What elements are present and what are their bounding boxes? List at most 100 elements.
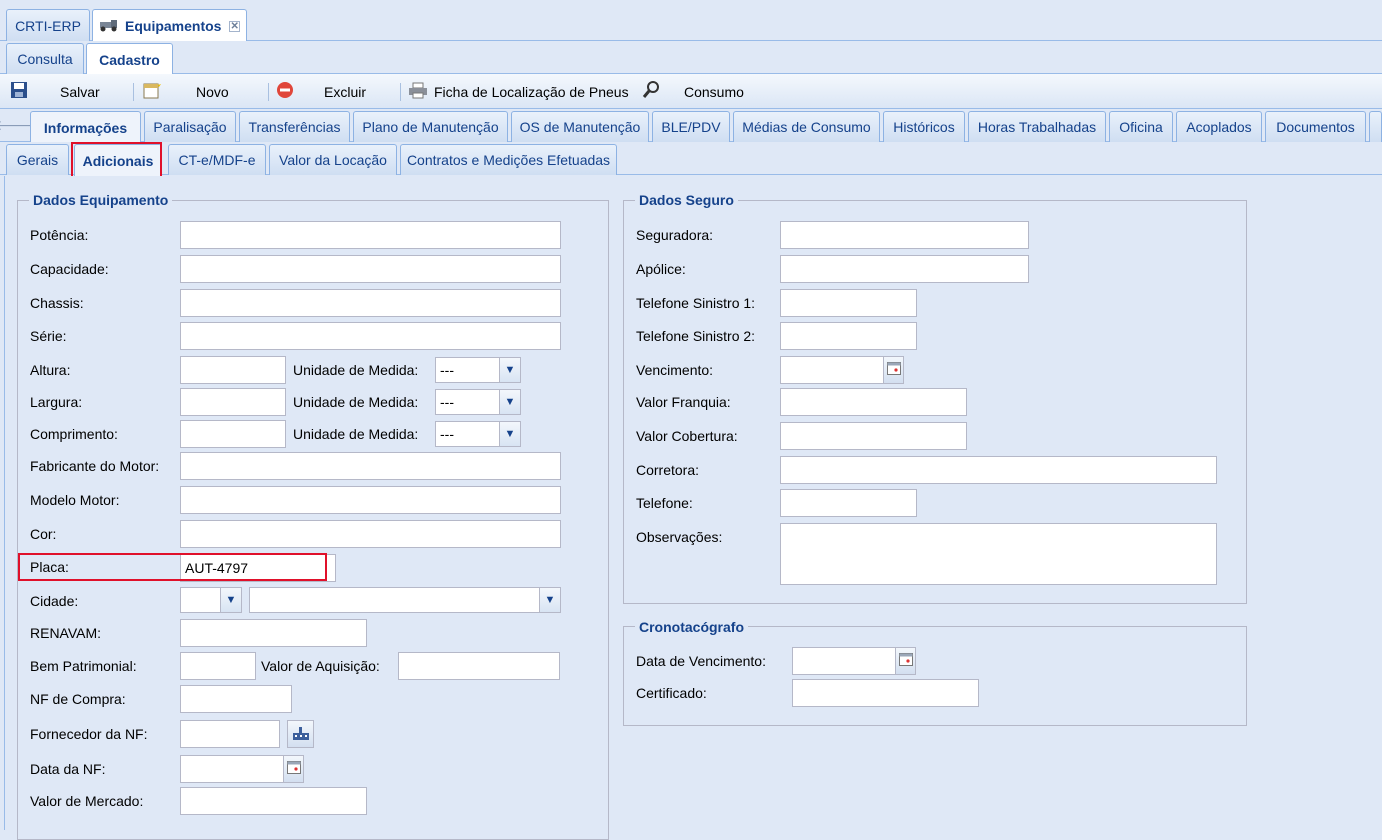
label-observacoes: Observações: (636, 529, 723, 545)
label-bem-patrimonial: Bem Patrimonial: (30, 658, 137, 674)
vencimento-date-picker[interactable] (883, 356, 904, 384)
comprimento-input[interactable] (180, 420, 286, 448)
label-valor-franquia: Valor Franquia: (636, 394, 731, 410)
chassis-input[interactable] (180, 289, 561, 317)
tab-os-manutencao[interactable]: OS de Manutenção (511, 111, 649, 142)
chevron-down-icon[interactable]: ▼ (499, 390, 520, 414)
fabricante-input[interactable] (180, 452, 561, 480)
label-comprimento: Comprimento: (30, 426, 118, 442)
tab-transferencias[interactable]: Transferências (239, 111, 350, 142)
telefone-input[interactable] (780, 489, 917, 517)
delete-button[interactable]: Excluir (276, 74, 366, 109)
fornecedor-input[interactable] (180, 720, 280, 748)
modelo-input[interactable] (180, 486, 561, 514)
tab-equipamentos[interactable]: Equipamentos ✕ (92, 9, 247, 42)
new-button[interactable]: Novo (142, 74, 229, 109)
delete-icon (276, 81, 294, 102)
largura-input[interactable] (180, 388, 286, 416)
altura-input[interactable] (180, 356, 286, 384)
vencimento-input[interactable] (780, 356, 884, 384)
seguradora-input[interactable] (780, 221, 1029, 249)
scroll-left-icon[interactable]: 🡐 (0, 109, 32, 142)
telefone-sinistro-2-input[interactable] (780, 322, 917, 350)
observacoes-textarea[interactable] (780, 523, 1217, 585)
tab-cte-mdfe[interactable]: CT-e/MDF-e (168, 144, 266, 175)
legend-cronotacografo: Cronotacógrafo (635, 619, 748, 635)
tab-paralisacao[interactable]: Paralisação (144, 111, 236, 142)
nf-compra-input[interactable] (180, 685, 292, 713)
valor-aquisicao-input[interactable] (398, 652, 560, 680)
tab-consulta[interactable]: Consulta (6, 43, 84, 74)
unidade-comprimento-select[interactable]: --- ▼ (435, 421, 521, 447)
valor-mercado-input[interactable] (180, 787, 367, 815)
fornecedor-lookup-button[interactable] (287, 720, 314, 748)
unidade-altura-select[interactable]: --- ▼ (435, 357, 521, 383)
label-renavam: RENAVAM: (30, 625, 102, 641)
tab-crti-erp[interactable]: CRTI-ERP (6, 9, 90, 41)
toolbar: Salvar Novo Excluir Ficha de Localização… (0, 74, 1382, 109)
label-unidade-largura: Unidade de Medida: (293, 394, 419, 410)
label-unidade-comprimento: Unidade de Medida: (293, 426, 419, 442)
tab-oficina[interactable]: Oficina (1109, 111, 1173, 142)
label-valor-cobertura: Valor Cobertura: (636, 428, 738, 444)
unidade-largura-select[interactable]: --- ▼ (435, 389, 521, 415)
sub-tab-bar: Gerais Adicionais CT-e/MDF-e Valor da Lo… (0, 142, 1382, 176)
calendar-icon (286, 761, 301, 777)
certificado-input[interactable] (792, 679, 979, 707)
tab-acoplados[interactable]: Acoplados (1176, 111, 1262, 142)
tab-medias-consumo[interactable]: Médias de Consumo (733, 111, 880, 142)
data-vencimento-input[interactable] (792, 647, 896, 675)
tab-cadastro[interactable]: Cadastro (86, 43, 173, 75)
save-icon (10, 81, 28, 102)
telefone-sinistro-1-input[interactable] (780, 289, 917, 317)
data-nf-input[interactable] (180, 755, 284, 783)
label-altura: Altura: (30, 362, 71, 378)
cidade-uf-select[interactable]: ▼ (180, 587, 242, 613)
apolice-input[interactable] (780, 255, 1029, 283)
label-telefone-sinistro-2: Telefone Sinistro 2: (636, 328, 756, 344)
label-telefone-sinistro-1: Telefone Sinistro 1: (636, 295, 756, 311)
data-vencimento-date-picker[interactable] (895, 647, 916, 675)
tab-valor-locacao[interactable]: Valor da Locação (269, 144, 397, 175)
label-corretora: Corretora: (636, 462, 700, 478)
tire-location-button[interactable]: Ficha de Localização de Pneus (408, 74, 629, 109)
new-document-icon (142, 81, 162, 102)
tab-historicos[interactable]: Históricos (883, 111, 965, 142)
save-button[interactable]: Salvar (10, 74, 100, 109)
tab-informacoes[interactable]: Informações (30, 111, 141, 143)
tab-documentos[interactable]: Documentos (1265, 111, 1366, 142)
tab-overflow[interactable] (1369, 111, 1382, 142)
renavam-input[interactable] (180, 619, 367, 647)
consumption-button[interactable]: Consumo (642, 74, 744, 109)
bem-patrimonial-input[interactable] (180, 652, 256, 680)
chevron-down-icon[interactable]: ▼ (539, 588, 560, 612)
label-unidade-altura: Unidade de Medida: (293, 362, 419, 378)
close-icon[interactable]: ✕ (229, 20, 240, 32)
valor-franquia-input[interactable] (780, 388, 967, 416)
data-nf-date-picker[interactable] (283, 755, 304, 783)
serie-input[interactable] (180, 322, 561, 350)
chevron-down-icon[interactable]: ▼ (220, 588, 241, 612)
corretora-input[interactable] (780, 456, 1217, 484)
label-serie: Série: (30, 328, 67, 344)
label-apolice: Apólice: (636, 261, 686, 277)
capacidade-input[interactable] (180, 255, 561, 283)
chevron-down-icon[interactable]: ▼ (499, 422, 520, 446)
cidade-select[interactable]: ▼ (249, 587, 561, 613)
tab-gerais[interactable]: Gerais (6, 144, 69, 175)
vehicle-icon (99, 18, 119, 35)
potencia-input[interactable] (180, 221, 561, 249)
valor-cobertura-input[interactable] (780, 422, 967, 450)
tab-ble-pdv[interactable]: BLE/PDV (652, 111, 730, 142)
label-telefone: Telefone: (636, 495, 693, 511)
cor-input[interactable] (180, 520, 561, 548)
tab-plano-manutencao[interactable]: Plano de Manutenção (353, 111, 508, 142)
legend-equipamento: Dados Equipamento (29, 192, 173, 208)
label-largura: Largura: (30, 394, 83, 410)
app-tab-bar: CRTI-ERP Equipamentos ✕ (0, 0, 1382, 42)
chevron-down-icon[interactable]: ▼ (499, 358, 520, 382)
highlight-adicionais (71, 142, 162, 179)
tab-horas-trabalhadas[interactable]: Horas Trabalhadas (968, 111, 1106, 142)
tab-contratos-medicoes[interactable]: Contratos e Medições Efetuadas (400, 144, 617, 175)
factory-icon (292, 725, 310, 744)
